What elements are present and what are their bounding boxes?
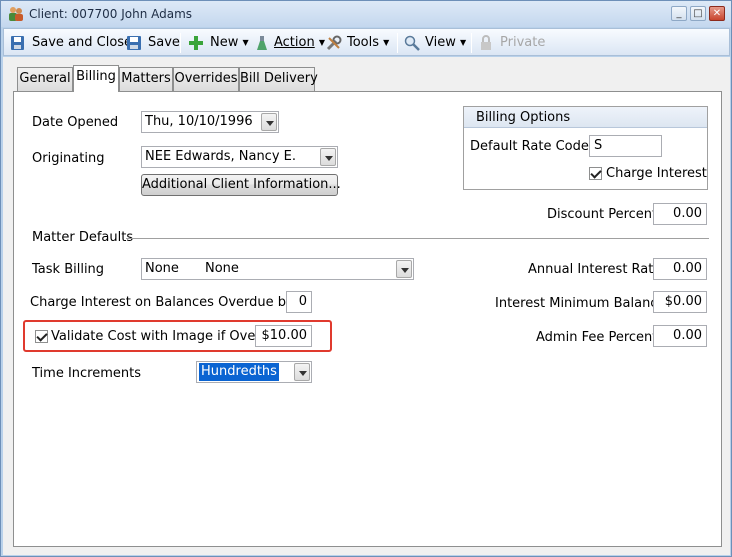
discount-percent-label: Discount Percent [547,207,658,222]
originating-select[interactable]: NEE Edwards, Nancy E. [141,146,338,168]
save-button[interactable]: Save [126,33,180,53]
tab-overrides[interactable]: Overrides [173,67,239,91]
toolbar: Save and Close Save New ▼ Action ▼ Tools… [3,28,730,56]
admin-fee-percent-label: Admin Fee Percent [536,330,658,345]
additional-client-info-button[interactable]: Additional Client Information... [141,174,341,196]
tools-icon [326,35,342,51]
chevron-down-icon[interactable] [261,113,277,131]
tab-bill-delivery[interactable]: Bill Delivery [239,67,318,91]
chevron-down-icon[interactable] [320,148,336,166]
flask-icon [257,36,267,50]
charge-interest-checkbox[interactable] [589,167,602,180]
window-title: Client: 007700 John Adams [29,7,193,21]
charge-interest-overdue-input[interactable]: 0 [286,291,312,313]
lock-icon [481,35,491,50]
validate-cost-checkbox[interactable] [35,330,48,343]
tools-button[interactable]: Tools ▼ [326,33,392,53]
discount-percent-input[interactable]: 0.00 [653,203,707,225]
task-billing-label: Task Billing [32,262,105,277]
interest-minimum-balance-label: Interest Minimum Balance [495,296,666,311]
view-button[interactable]: View ▼ [404,33,466,53]
time-increments-label: Time Increments [32,366,141,381]
private-button[interactable]: Private [478,33,545,53]
toolbar-separator [397,33,398,53]
validate-cost-input[interactable]: $10.00 [255,325,312,347]
action-button[interactable]: Action ▼ [254,33,326,53]
chevron-down-icon[interactable] [294,363,310,381]
originating-label: Originating [32,151,105,166]
default-rate-code-input[interactable]: S [589,135,662,157]
matter-defaults-heading: Matter Defaults [32,230,134,245]
time-increments-select[interactable]: Hundredths [196,361,312,383]
maximize-button[interactable]: □ [690,6,706,21]
title-bar[interactable]: Client: 007700 John Adams _ □ ✕ [1,1,731,27]
client-area: General Billing Matters Overrides Bill D… [3,57,730,555]
matter-defaults-divider [126,238,709,239]
billing-panel: Date Opened Thu, 10/10/1996 Originating … [13,91,722,547]
billing-options-group: Billing Options Default Rate Code S Char… [463,106,708,190]
charge-interest-overdue-label: Charge Interest on Balances Overdue by [30,295,294,310]
chevron-down-icon[interactable] [396,260,412,278]
chevron-down-icon: ▼ [460,38,467,47]
save-close-icon [11,36,24,50]
billing-options-title: Billing Options [476,110,571,125]
default-rate-code-label: Default Rate Code [470,139,589,154]
annual-interest-rate-label: Annual Interest Rate [528,262,662,277]
toolbar-separator [180,33,181,53]
chevron-down-icon: ▼ [318,38,326,47]
tab-billing[interactable]: Billing [73,65,119,92]
interest-minimum-balance-input[interactable]: $0.00 [653,291,707,313]
chevron-down-icon: ▼ [383,38,390,47]
floppy-disk-icon [127,36,141,50]
tab-general[interactable]: General [17,67,73,91]
validate-cost-label: Validate Cost with Image if Over [51,329,261,344]
chevron-down-icon: ▼ [242,38,249,47]
tab-matters[interactable]: Matters [119,67,173,91]
charge-interest-label: Charge Interest [606,166,707,181]
new-button[interactable]: New ▼ [188,33,249,53]
annual-interest-rate-input[interactable]: 0.00 [653,258,707,280]
people-icon [9,7,23,21]
minimize-button[interactable]: _ [671,6,687,21]
date-opened-picker[interactable]: Thu, 10/10/1996 [141,111,279,133]
save-and-close-button[interactable]: Save and Close [10,33,132,53]
task-billing-select[interactable]: None None [141,258,414,280]
client-window: Client: 007700 John Adams _ □ ✕ Save and… [0,0,732,557]
toolbar-separator [471,33,472,53]
date-opened-label: Date Opened [32,115,119,130]
plus-icon [189,36,203,50]
admin-fee-percent-input[interactable]: 0.00 [653,325,707,347]
magnifier-icon [404,35,420,51]
close-button[interactable]: ✕ [709,6,725,21]
